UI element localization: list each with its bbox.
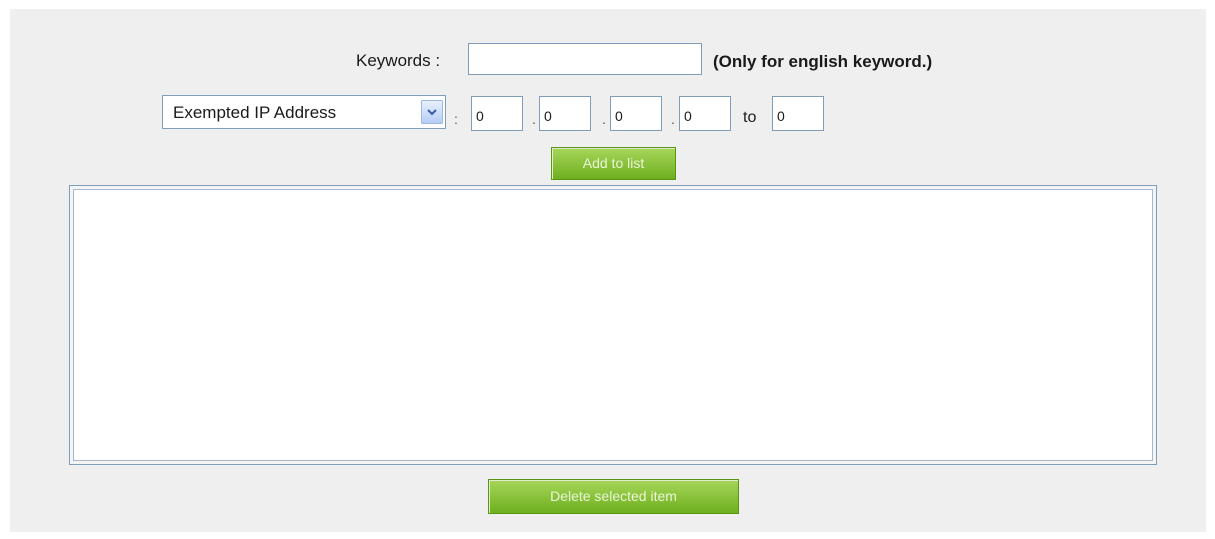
ip-type-selected-value: Exempted IP Address bbox=[173, 103, 337, 122]
ip-colon-separator: : bbox=[454, 111, 458, 127]
ip-octet-separator: . bbox=[602, 111, 606, 127]
ip-octet-4-input[interactable] bbox=[679, 96, 731, 131]
keywords-note: (Only for english keyword.) bbox=[713, 52, 933, 71]
keywords-input[interactable] bbox=[468, 43, 702, 75]
ip-octet-3-input[interactable] bbox=[610, 96, 662, 131]
ip-type-select[interactable]: Exempted IP Address bbox=[162, 95, 446, 129]
ip-octet-1-input[interactable] bbox=[471, 96, 523, 131]
ip-octet-separator: . bbox=[532, 111, 536, 127]
keywords-label: Keywords : bbox=[356, 51, 441, 70]
ip-octet-separator: . bbox=[671, 111, 675, 127]
keyword-list-box[interactable] bbox=[69, 185, 1157, 465]
ip-range-end-input[interactable] bbox=[772, 96, 824, 131]
chevron-down-icon[interactable] bbox=[421, 100, 443, 124]
range-to-label: to bbox=[743, 109, 757, 126]
add-to-list-button[interactable]: Add to list bbox=[551, 147, 676, 180]
delete-selected-item-button[interactable]: Delete selected item bbox=[488, 479, 739, 514]
ip-octet-2-input[interactable] bbox=[539, 96, 591, 131]
